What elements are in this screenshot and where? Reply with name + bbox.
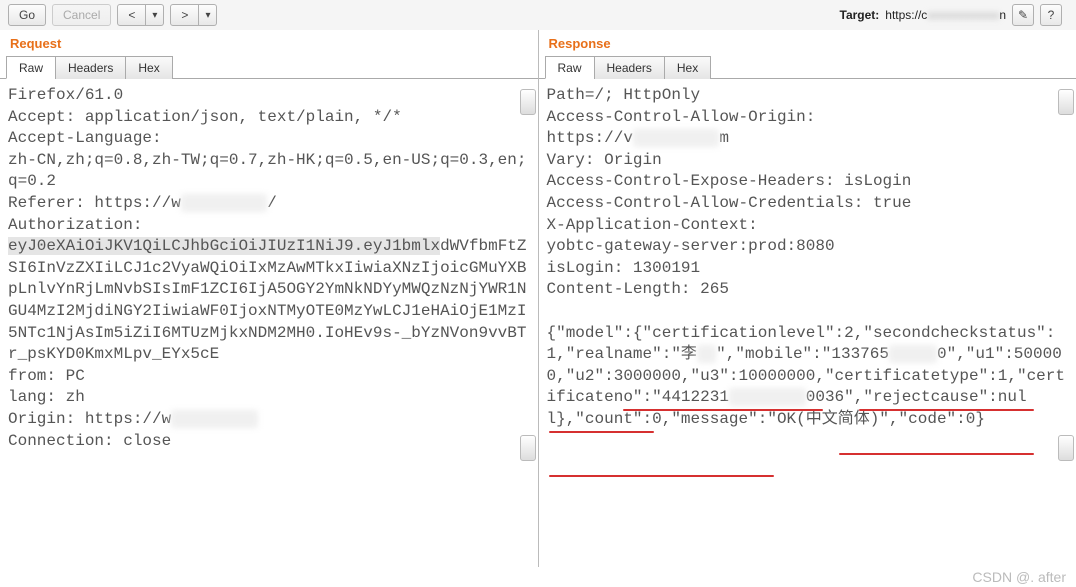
- response-mobile-redacted: xxxxx: [889, 345, 937, 363]
- target-url-prefix: https://c: [885, 8, 927, 22]
- response-scrollbar[interactable]: [1058, 79, 1076, 567]
- response-title: Response: [539, 30, 1076, 55]
- highlight-mobile-2: [549, 431, 654, 433]
- next-button[interactable]: >: [170, 4, 199, 26]
- tab-raw-request[interactable]: Raw: [6, 56, 56, 79]
- prev-split-button[interactable]: < ▾: [117, 4, 164, 26]
- target-area: Target: https://cxxxxxxxxxxxxn ✎ ?: [840, 4, 1069, 26]
- request-panel: Request Raw Headers Hex Firefox/61.0 Acc…: [0, 30, 539, 567]
- next-dropdown-icon[interactable]: ▾: [199, 4, 217, 26]
- request-title: Request: [0, 30, 538, 55]
- grip-knob-icon[interactable]: [1058, 435, 1074, 461]
- watermark: CSDN @. after: [972, 569, 1066, 585]
- request-referer-redacted: xxxxxxxxx: [181, 194, 267, 212]
- go-button[interactable]: Go: [8, 4, 46, 26]
- tab-hex-response[interactable]: Hex: [664, 56, 711, 79]
- tab-hex-request[interactable]: Hex: [125, 56, 172, 79]
- help-icon[interactable]: ?: [1040, 4, 1062, 26]
- response-text-3: ","mobile":"133765: [716, 345, 889, 363]
- grip-knob-icon[interactable]: [520, 435, 536, 461]
- target-url-redacted: xxxxxxxxxxxx: [927, 8, 999, 22]
- panels: Request Raw Headers Hex Firefox/61.0 Acc…: [0, 30, 1076, 567]
- response-panel: Response Raw Headers Hex Path=/; HttpOnl…: [539, 30, 1076, 567]
- toolbar: Go Cancel < ▾ > ▾ Target: https://cxxxxx…: [0, 0, 1076, 30]
- response-realname-redacted: XX: [697, 345, 716, 363]
- request-text-4: Connection: close: [8, 432, 171, 450]
- response-text-2: m Vary: Origin Access-Control-Expose-Hea…: [547, 129, 1056, 363]
- request-auth-selected: eyJ0eXAiOiJKV1QiLCJhbGciOiJIUzI1NiJ9.eyJ…: [8, 237, 440, 255]
- target-url-suffix: n: [999, 8, 1006, 22]
- request-tab-bar: Raw Headers Hex: [0, 55, 538, 79]
- edit-icon[interactable]: ✎: [1012, 4, 1034, 26]
- grip-knob-icon[interactable]: [1058, 89, 1074, 115]
- request-scrollbar[interactable]: [520, 79, 538, 567]
- tab-headers-request[interactable]: Headers: [55, 56, 126, 79]
- request-origin-redacted: xxxxxxxxx: [171, 410, 257, 428]
- response-certno-redacted: xxxxxxxx: [729, 388, 806, 406]
- tab-raw-response[interactable]: Raw: [545, 56, 595, 79]
- highlight-certno: [839, 453, 1034, 455]
- highlight-certno-2: [549, 475, 774, 477]
- cancel-button: Cancel: [52, 4, 111, 26]
- target-label: Target:: [840, 8, 880, 22]
- highlight-mobile: [859, 409, 1034, 411]
- request-text-3: dWVfbmFtZSI6InVzZXIiLCJ1c2VyaWQiOiIxMzAw…: [8, 237, 527, 428]
- highlight-realname: [623, 409, 823, 411]
- response-origin-redacted: xxxxxxxxx: [633, 129, 719, 147]
- request-raw-body[interactable]: Firefox/61.0 Accept: application/json, t…: [0, 79, 538, 567]
- prev-dropdown-icon[interactable]: ▾: [146, 4, 164, 26]
- prev-button[interactable]: <: [117, 4, 146, 26]
- tab-headers-response[interactable]: Headers: [594, 56, 665, 79]
- response-tab-bar: Raw Headers Hex: [539, 55, 1076, 79]
- target-url: https://cxxxxxxxxxxxxn: [885, 8, 1006, 22]
- next-split-button[interactable]: > ▾: [170, 4, 217, 26]
- grip-knob-icon[interactable]: [520, 89, 536, 115]
- response-raw-body[interactable]: Path=/; HttpOnly Access-Control-Allow-Or…: [539, 79, 1076, 567]
